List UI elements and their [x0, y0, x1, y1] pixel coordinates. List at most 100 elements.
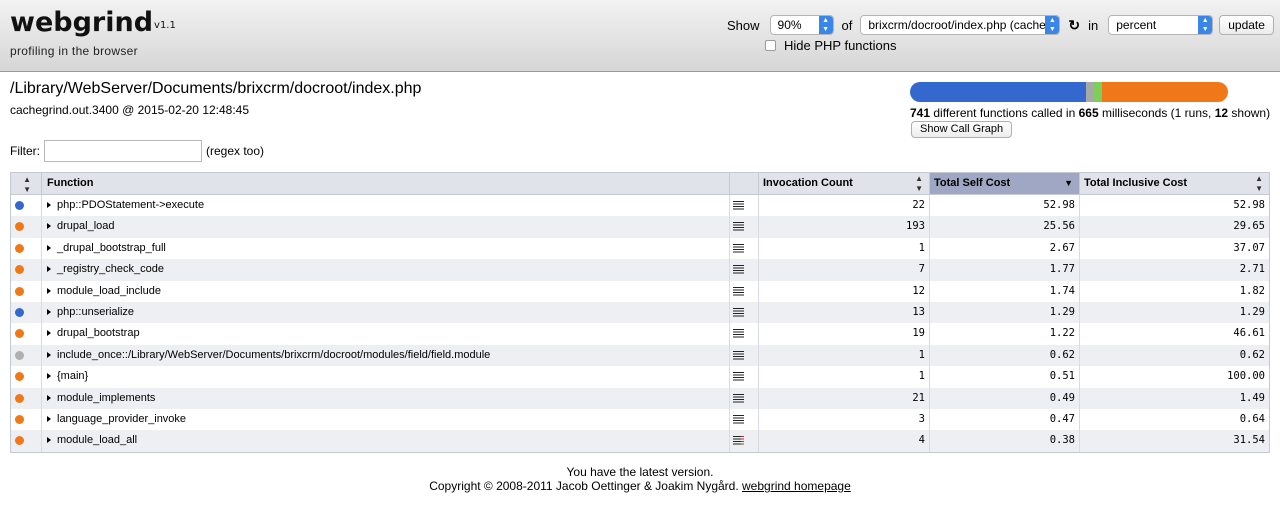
file-cell[interactable]	[730, 216, 759, 238]
expand-triangle-icon[interactable]	[47, 415, 51, 422]
expand-triangle-icon[interactable]	[47, 394, 51, 401]
filter-input[interactable]	[44, 140, 202, 162]
table-row[interactable]: module_load_include 12 1.74 1.82	[11, 280, 1269, 302]
file-cell[interactable]	[730, 259, 759, 281]
file-cell[interactable]	[730, 195, 759, 217]
inclusive-cost: 31.54	[1233, 434, 1265, 447]
update-button[interactable]: update	[1219, 15, 1274, 35]
function-cell[interactable]: drupal_load	[42, 216, 730, 238]
function-cell[interactable]: _drupal_bootstrap_full	[42, 237, 730, 260]
hide-php-checkbox[interactable]	[765, 40, 776, 51]
inclusive-cost: 46.61	[1233, 327, 1265, 340]
header-bar: webgrindv1.1 profiling in the browser Sh…	[0, 0, 1280, 72]
expand-triangle-icon[interactable]	[47, 223, 51, 230]
file-lines-icon[interactable]	[733, 414, 744, 425]
file-lines-icon[interactable]	[733, 329, 744, 340]
table-row[interactable]: php::PDOStatement->execute 22 52.98 52.98	[11, 195, 1269, 217]
function-cell[interactable]: module_load_all	[42, 430, 730, 452]
self-cost: 0.47	[930, 408, 1080, 431]
function-cell[interactable]: php::unserialize	[42, 301, 730, 324]
function-header[interactable]: Function	[42, 173, 730, 194]
hide-php-label: Hide PHP functions	[784, 38, 897, 53]
table-row[interactable]: drupal_bootstrap 19 1.22 46.61	[11, 323, 1269, 345]
file-lines-icon[interactable]	[733, 201, 744, 211]
file-lines-icon[interactable]	[733, 307, 744, 318]
file-lines-icon[interactable]	[733, 286, 744, 297]
file-cell[interactable]	[730, 344, 759, 367]
file-select[interactable]: brixcrm/docroot/index.php (cache ▲ ▼	[860, 15, 1061, 35]
sort-type-header[interactable]: ▲ ▼	[11, 173, 42, 194]
file-cell[interactable]	[730, 323, 759, 345]
file-lines-icon[interactable]	[733, 243, 744, 254]
invocation-header[interactable]: Invocation Count ▲ ▼	[759, 173, 930, 194]
expand-triangle-icon[interactable]	[47, 202, 51, 208]
webgrind-homepage-link[interactable]: webgrind homepage	[742, 479, 851, 493]
type-cell	[11, 259, 42, 281]
expand-triangle-icon[interactable]	[47, 437, 51, 444]
function-type-dot	[15, 372, 24, 382]
table-row[interactable]: language_provider_invoke 3 0.47 0.64	[11, 408, 1269, 431]
reload-icon[interactable]: ↻	[1068, 17, 1080, 34]
file-cell[interactable]	[730, 387, 759, 409]
file-cell[interactable]	[730, 237, 759, 260]
function-cell[interactable]: _registry_check_code	[42, 259, 730, 281]
table-row[interactable]: include_once::/Library/WebServer/Documen…	[11, 344, 1269, 367]
function-name: php::PDOStatement->execute	[57, 199, 205, 211]
function-cell[interactable]: php::PDOStatement->execute	[42, 195, 730, 217]
function-name: language_provider_invoke	[57, 412, 187, 425]
file-lines-icon[interactable]	[733, 393, 744, 404]
type-cell	[11, 387, 42, 409]
file-lines-icon[interactable]	[733, 372, 744, 383]
expand-triangle-icon[interactable]	[47, 308, 51, 315]
logo: webgrindv1.1 profiling in the browser	[10, 8, 176, 59]
table-row[interactable]: drupal_load 193 25.56 29.65	[11, 216, 1269, 238]
function-name: {main}	[57, 370, 89, 383]
type-cell	[11, 280, 42, 302]
expand-triangle-icon[interactable]	[47, 244, 51, 251]
function-cell[interactable]: drupal_bootstrap	[42, 323, 730, 345]
function-type-dot	[15, 414, 24, 424]
function-cell[interactable]: include_once::/Library/WebServer/Documen…	[42, 344, 730, 367]
function-type-dot	[15, 329, 24, 339]
invocation-count: 193	[759, 216, 930, 238]
percent-select-value: 90%	[777, 18, 802, 32]
function-cell[interactable]: module_load_include	[42, 280, 730, 302]
self-cost-header[interactable]: Total Self Cost ▼	[930, 173, 1080, 194]
file-cell[interactable]	[730, 301, 759, 324]
expand-triangle-icon[interactable]	[47, 351, 51, 358]
expand-triangle-icon[interactable]	[47, 330, 51, 337]
chevron-updown-icon: ▲ ▼	[818, 16, 833, 34]
function-name: php::unserialize	[57, 305, 135, 318]
file-cell[interactable]	[730, 408, 759, 431]
file-cell[interactable]	[730, 366, 759, 388]
expand-triangle-icon[interactable]	[47, 266, 51, 273]
expand-triangle-icon[interactable]	[47, 373, 51, 380]
percent-select[interactable]: 90% ▲ ▼	[769, 15, 834, 35]
show-call-graph-button[interactable]: Show Call Graph	[911, 121, 1013, 138]
table-row[interactable]: module_implements 21 0.49 1.49	[11, 387, 1269, 409]
type-cell	[11, 366, 42, 388]
sort-icon: ▲ ▼	[23, 175, 31, 194]
table-row[interactable]: php::unserialize 13 1.29 1.29	[11, 301, 1269, 324]
self-cost: 0.38	[930, 430, 1080, 452]
file-cell[interactable]	[730, 280, 759, 302]
file-lines-icon[interactable]	[733, 436, 744, 447]
inclusive-cost-header[interactable]: Total Inclusive Cost ▲ ▼	[1080, 173, 1269, 194]
table-row[interactable]: _drupal_bootstrap_full 1 2.67 37.07	[11, 237, 1269, 260]
version-text: You have the latest version.	[566, 465, 714, 479]
hide-php-toggle[interactable]: Hide PHP functions	[765, 38, 897, 53]
file-lines-icon[interactable]	[733, 222, 744, 233]
file-cell[interactable]	[730, 430, 759, 452]
function-cell[interactable]: language_provider_invoke	[42, 408, 730, 431]
table-row[interactable]: module_load_all 4 0.38 31.54	[11, 430, 1269, 452]
function-cell[interactable]: module_implements	[42, 387, 730, 409]
unit-select[interactable]: percent ▲ ▼	[1108, 15, 1214, 35]
table-row[interactable]: _registry_check_code 7 1.77 2.71	[11, 259, 1269, 281]
inclusive-cost: 52.98	[1233, 199, 1265, 211]
expand-triangle-icon[interactable]	[47, 287, 51, 294]
table-row[interactable]: {main} 1 0.51 100.00	[11, 366, 1269, 388]
function-cell[interactable]: {main}	[42, 366, 730, 388]
file-lines-icon[interactable]	[733, 350, 744, 361]
file-lines-icon[interactable]	[733, 265, 744, 276]
cost-breakdown-bar	[910, 82, 1228, 102]
